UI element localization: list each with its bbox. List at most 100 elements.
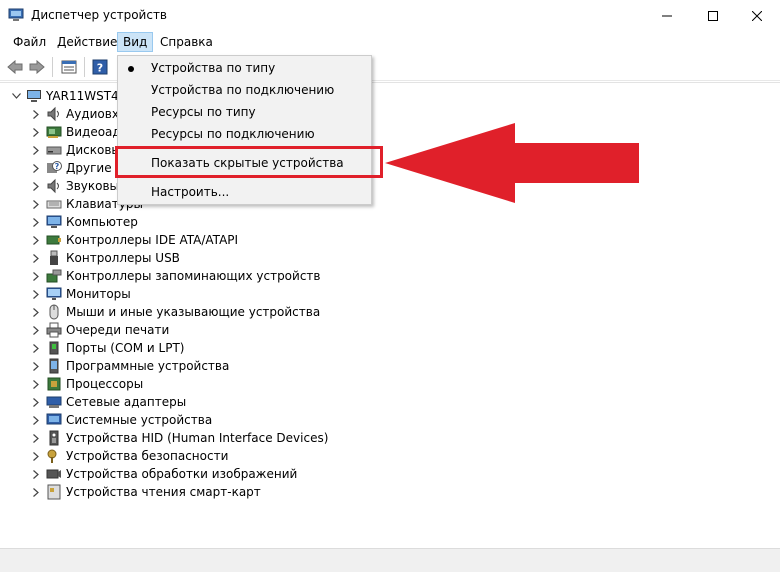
computer-icon xyxy=(46,214,62,230)
tree-root[interactable]: YAR11WST42 xyxy=(10,87,126,105)
usb-icon xyxy=(46,250,62,266)
chevron-down-icon[interactable] xyxy=(10,87,22,105)
tree-item-label: Процессоры xyxy=(66,377,144,391)
view-menu-item-resources-by-type[interactable]: Ресурсы по типу xyxy=(118,101,371,123)
tree-item[interactable]: ? Другие у xyxy=(30,159,123,177)
speaker-icon xyxy=(46,178,62,194)
tree-item[interactable]: Компьютер xyxy=(30,213,138,231)
tree-item[interactable]: Устройства безопасности xyxy=(30,447,228,465)
help-button[interactable]: ? xyxy=(90,57,110,77)
help-icon: ? xyxy=(92,59,108,75)
tree-root-label: YAR11WST42 xyxy=(46,89,127,103)
tree-item[interactable]: Контроллеры запоминающих устройств xyxy=(30,267,320,285)
keyboard-icon xyxy=(46,196,62,212)
tree-item[interactable]: Порты (COM и LPT) xyxy=(30,339,184,357)
network-adapter-icon xyxy=(46,394,62,410)
chevron-right-icon[interactable] xyxy=(30,393,42,411)
chevron-right-icon[interactable] xyxy=(30,321,42,339)
properties-button[interactable] xyxy=(59,57,79,77)
chevron-right-icon[interactable] xyxy=(30,123,42,141)
chevron-right-icon[interactable] xyxy=(30,141,42,159)
chevron-right-icon[interactable] xyxy=(30,267,42,285)
chevron-right-icon[interactable] xyxy=(30,411,42,429)
tree-item[interactable]: Аудиовхо xyxy=(30,105,126,123)
tree-item[interactable]: Сетевые адаптеры xyxy=(30,393,186,411)
status-bar xyxy=(0,548,780,572)
minimize-button[interactable] xyxy=(644,0,690,31)
tree-item[interactable]: Системные устройства xyxy=(30,411,212,429)
tree-item[interactable]: Видеоада xyxy=(30,123,128,141)
tree-item[interactable]: Процессоры xyxy=(30,375,143,393)
highlight-box xyxy=(115,146,383,178)
tree-item-label: Программные устройства xyxy=(66,359,230,373)
chevron-right-icon[interactable] xyxy=(30,195,42,213)
chevron-right-icon[interactable] xyxy=(30,159,42,177)
tree-item[interactable]: Мыши и иные указывающие устройства xyxy=(30,303,320,321)
chevron-right-icon[interactable] xyxy=(30,429,42,447)
menu-bar: Файл Действие Вид Справка xyxy=(0,31,780,53)
chevron-right-icon[interactable] xyxy=(30,465,42,483)
tree-item-label: Контроллеры USB xyxy=(66,251,180,265)
menu-file[interactable]: Файл xyxy=(7,32,52,52)
chevron-right-icon[interactable] xyxy=(30,231,42,249)
chevron-right-icon[interactable] xyxy=(30,213,42,231)
back-arrow-icon xyxy=(7,60,23,74)
back-button[interactable] xyxy=(5,57,25,77)
tree-item[interactable]: Устройства обработки изображений xyxy=(30,465,297,483)
view-menu-item-devices-by-type[interactable]: Устройства по типу xyxy=(118,57,371,79)
view-menu-item-devices-by-connection[interactable]: Устройства по подключению xyxy=(118,79,371,101)
maximize-button[interactable] xyxy=(690,0,736,31)
tree-item-label: Сетевые адаптеры xyxy=(66,395,187,409)
unknown-device-icon: ? xyxy=(46,160,62,176)
chevron-right-icon[interactable] xyxy=(30,375,42,393)
tree-item[interactable]: Устройства HID (Human Interface Devices) xyxy=(30,429,328,447)
tree-item-label: Порты (COM и LPT) xyxy=(66,341,185,355)
menu-item-label: Устройства по типу xyxy=(151,61,276,75)
hid-icon xyxy=(46,430,62,446)
tree-item-label: Устройства HID (Human Interface Devices) xyxy=(66,431,329,445)
menu-action[interactable]: Действие xyxy=(51,32,123,52)
menu-item-label: Настроить... xyxy=(151,185,230,199)
mouse-icon xyxy=(46,304,62,320)
svg-text:?: ? xyxy=(55,162,60,171)
tree-item-label: Очереди печати xyxy=(66,323,170,337)
chevron-right-icon[interactable] xyxy=(30,357,42,375)
chevron-right-icon[interactable] xyxy=(30,303,42,321)
view-menu-item-resources-by-connection[interactable]: Ресурсы по подключению xyxy=(118,123,371,145)
menu-item-label: Ресурсы по подключению xyxy=(151,127,315,141)
display-adapter-icon xyxy=(46,124,62,140)
chevron-right-icon[interactable] xyxy=(30,249,42,267)
tree-item[interactable]: Контроллеры USB xyxy=(30,249,180,267)
tree-item[interactable]: Дисковы xyxy=(30,141,121,159)
chevron-right-icon[interactable] xyxy=(30,339,42,357)
tree-item-label: Компьютер xyxy=(66,215,138,229)
forward-button[interactable] xyxy=(27,57,47,77)
chevron-right-icon[interactable] xyxy=(30,285,42,303)
forward-arrow-icon xyxy=(29,60,45,74)
radio-bullet-icon xyxy=(128,66,134,72)
speaker-icon xyxy=(46,106,62,122)
tree-item[interactable]: Программные устройства xyxy=(30,357,229,375)
tree-item[interactable]: Устройства чтения смарт-карт xyxy=(30,483,261,501)
security-device-icon xyxy=(46,448,62,464)
toolbar-separator xyxy=(52,57,53,77)
tree-item[interactable]: Звуковые xyxy=(30,177,126,195)
tree-item[interactable]: Мониторы xyxy=(30,285,131,303)
tree-item[interactable]: Очереди печати xyxy=(30,321,169,339)
tree-item-label: Дисковы xyxy=(66,143,121,157)
disk-drive-icon xyxy=(46,142,62,158)
menu-view[interactable]: Вид xyxy=(117,32,154,52)
red-arrow-annotation xyxy=(385,123,639,203)
chevron-right-icon[interactable] xyxy=(30,177,42,195)
chevron-right-icon[interactable] xyxy=(30,447,42,465)
tree-item[interactable]: Контроллеры IDE ATA/ATAPI xyxy=(30,231,238,249)
menu-help[interactable]: Справка xyxy=(154,32,219,52)
software-device-icon xyxy=(46,358,62,374)
system-device-icon xyxy=(46,412,62,428)
view-menu-item-customize[interactable]: Настроить... xyxy=(118,181,371,203)
close-button[interactable] xyxy=(734,0,780,31)
chevron-right-icon[interactable] xyxy=(30,105,42,123)
processor-icon xyxy=(46,376,62,392)
chevron-right-icon[interactable] xyxy=(30,483,42,501)
computer-icon xyxy=(26,88,42,104)
